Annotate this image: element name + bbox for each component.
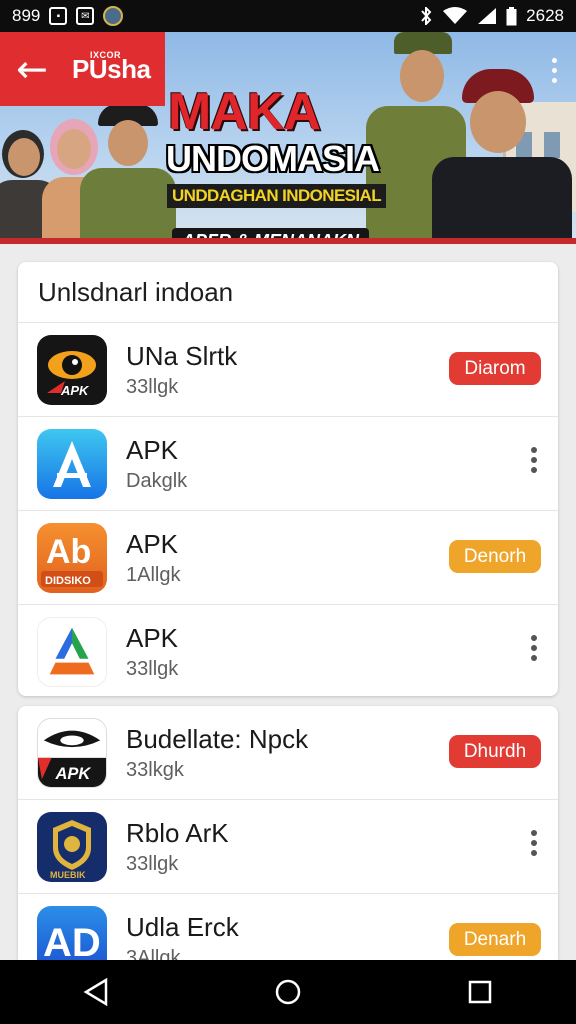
status-bar: 899 ▪ ✉ 2628 (0, 0, 576, 32)
battery-icon (506, 6, 517, 25)
banner-tagline: UNDDAGHAN INDONESIAL (167, 184, 387, 208)
svg-text:APK: APK (60, 383, 90, 398)
list-item[interactable]: MUEBIK Rblo ArK 33llgk (18, 800, 558, 894)
banner-subtitle: UNDOMASIA (166, 138, 380, 179)
app-name: APK (126, 529, 179, 559)
icon-label: AD (43, 921, 101, 965)
icon-label: Ab (46, 533, 91, 571)
banner-title: MAKA (168, 83, 321, 141)
status-time-left: 899 (12, 6, 41, 25)
bluetooth-icon (421, 7, 432, 25)
app-name: APK (126, 435, 179, 465)
badge-icon (103, 6, 124, 26)
icon-label: APK (54, 765, 91, 783)
icon-label: MUEBIK (50, 870, 86, 880)
app-name: Rblo ArK (126, 818, 229, 848)
emblem-blue-icon: MUEBIK (37, 812, 107, 882)
signal-icon (478, 8, 497, 24)
a-blue-icon (37, 429, 107, 499)
brand-logo: IXCOR PUsha (72, 50, 151, 85)
app-size: 33llgk (126, 853, 179, 875)
more-options-icon[interactable] (531, 447, 539, 477)
app-name: Budellate: Npck (126, 724, 309, 754)
list-item[interactable]: APK 33llgk (18, 605, 558, 698)
app-list-card: APK Budellate: Npck 33lkgk Dhurdh MUEBIK… (18, 706, 558, 966)
download-button[interactable]: Diarom (449, 352, 541, 385)
list-item[interactable]: APK Budellate: Npck 33lkgk Dhurdh (18, 706, 558, 800)
list-item[interactable]: Ab DIDSIKO APK 1Allgk Denorh (18, 511, 558, 605)
triangle-multicolor-icon (37, 617, 107, 687)
app-size: 33llgk (126, 658, 179, 680)
nav-back-icon[interactable] (76, 972, 116, 1012)
list-item[interactable]: AD Udla Erck 3Allgk Denarh (18, 894, 558, 966)
app-size: 33lkgk (126, 759, 184, 781)
app-list-card: Unlsdnarl indoan APK UNa Slrtk 33llgk Di… (18, 262, 558, 696)
app-size: 1Allgk (126, 564, 181, 586)
app-name: Udla Erck (126, 912, 239, 942)
list-item[interactable]: APK UNa Slrtk 33llgk Diarom (18, 323, 558, 417)
app-name: UNa Slrtk (126, 341, 238, 371)
download-button[interactable]: Denorh (449, 540, 541, 573)
navigation-bar (0, 960, 576, 1024)
brand-small-text: IXCOR (90, 49, 122, 60)
mail-icon: ✉ (76, 7, 95, 25)
mask-apk-icon: APK (37, 718, 107, 788)
wifi-icon (443, 7, 468, 24)
banner-divider (0, 238, 576, 244)
app-bar: ← IXCOR PUsha (0, 32, 165, 106)
app-size: 33llgk (126, 376, 179, 398)
overflow-menu-icon[interactable] (552, 58, 558, 88)
more-options-icon[interactable] (531, 830, 539, 860)
nav-recents-icon[interactable] (460, 972, 500, 1012)
download-button[interactable]: Dhurdh (449, 735, 541, 768)
nav-home-icon[interactable] (268, 972, 308, 1012)
status-time-right: 2628 (526, 6, 564, 25)
back-arrow-icon[interactable]: ← (16, 50, 58, 88)
icon-sublabel: DIDSIKO (45, 575, 91, 587)
more-options-icon[interactable] (531, 635, 539, 665)
list-item[interactable]: APK Dakglk (18, 417, 558, 511)
download-button[interactable]: Denarh (449, 923, 541, 956)
soldier-graphic (80, 104, 176, 244)
photo-icon: ▪ (49, 7, 68, 25)
ab-orange-icon: Ab DIDSIKO (37, 523, 107, 593)
eye-apk-icon: APK (37, 335, 107, 405)
app-name: APK (126, 623, 179, 653)
section-title: Unlsdnarl indoan (18, 262, 558, 323)
ad-blue-icon: AD (37, 906, 107, 966)
app-size: Dakglk (126, 470, 188, 492)
person-graphic (432, 69, 572, 244)
